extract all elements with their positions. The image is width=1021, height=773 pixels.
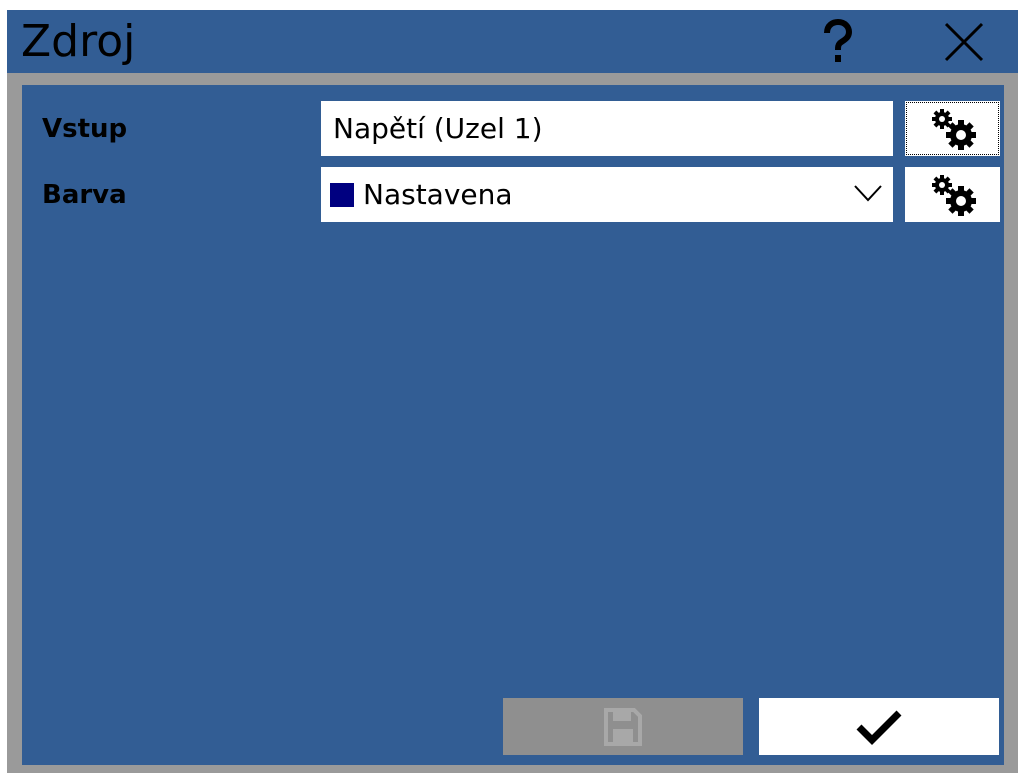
dialog-content: Vstup Napětí (Uzel 1) Barva Nastavena [22,85,1004,765]
color-settings-button[interactable] [905,167,1000,222]
title-bar: Zdroj [7,10,1018,73]
dialog-title: Zdroj [21,16,136,67]
save-button [503,698,743,755]
color-label: Barva [42,180,127,210]
question-mark-icon [824,19,853,62]
gears-icon [931,108,976,150]
color-dropdown[interactable]: Nastavena [321,167,893,222]
input-field[interactable]: Napětí (Uzel 1) [321,101,893,156]
input-value: Napětí (Uzel 1) [333,112,543,145]
dialog-window: Zdroj Vstup Napětí (Uzel 1) Barva Nastav… [7,10,1018,773]
checkmark-icon [856,710,902,745]
help-button[interactable] [807,16,867,68]
chevron-down-icon [854,185,882,202]
color-value: Nastavena [363,178,513,211]
input-settings-button[interactable] [905,101,1000,156]
input-label: Vstup [42,114,128,144]
floppy-disk-icon [604,707,642,746]
confirm-button[interactable] [759,698,999,755]
color-swatch [330,182,354,207]
close-x-icon [944,22,984,62]
close-button[interactable] [934,16,994,68]
gears-icon [931,174,976,216]
